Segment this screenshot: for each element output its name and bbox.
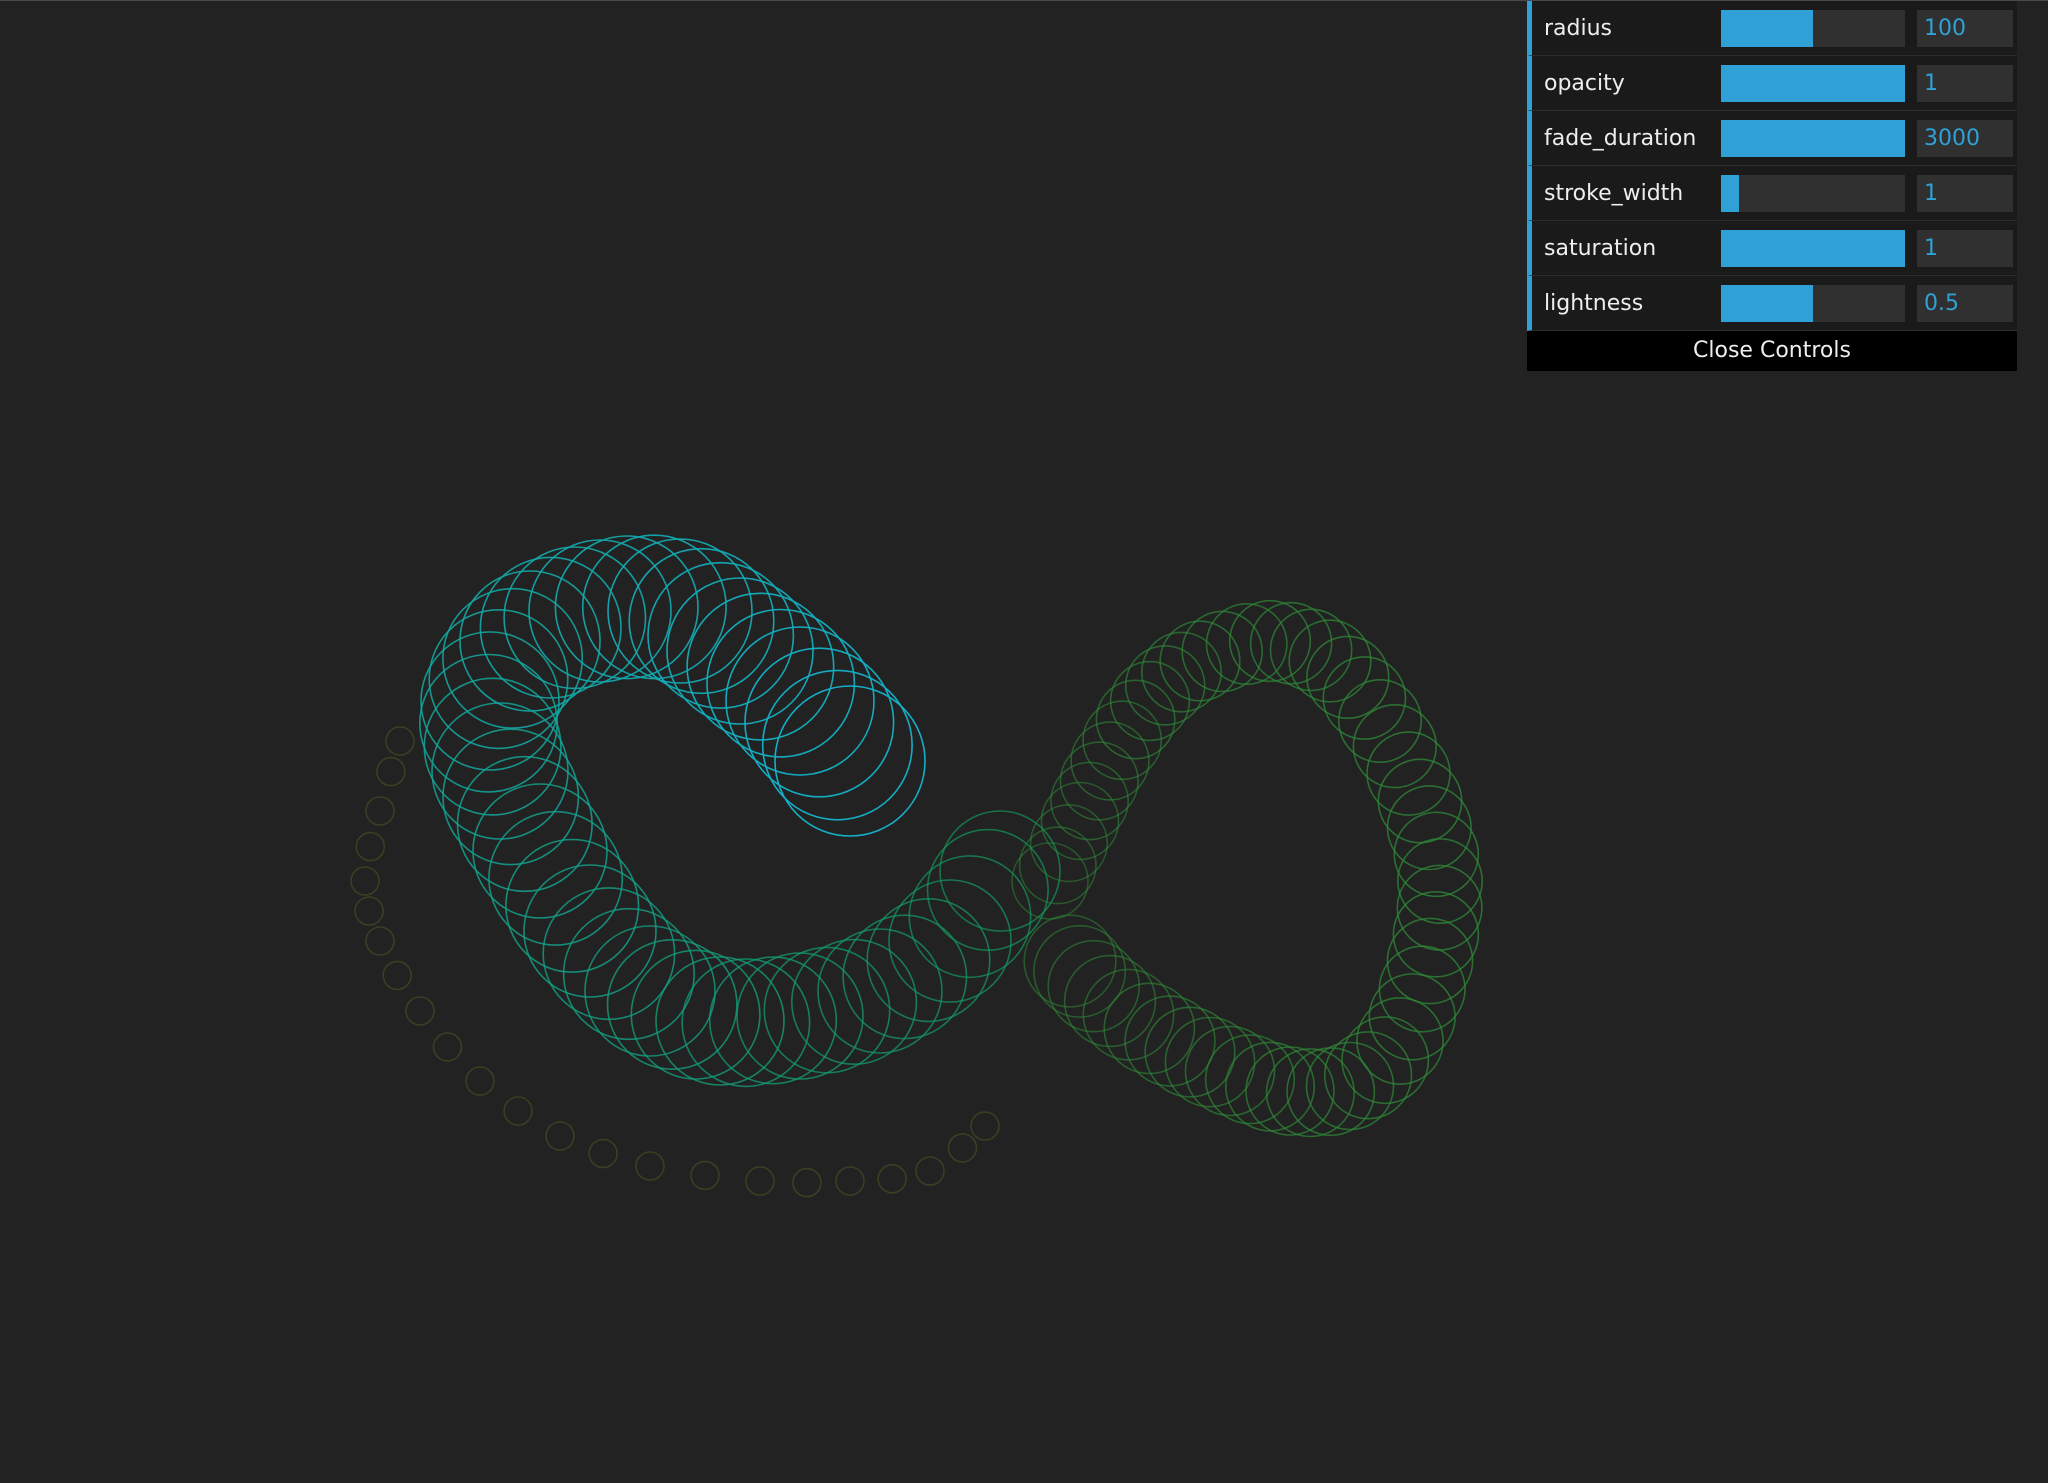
trail-circle — [365, 796, 395, 826]
control-row-fade-duration: fade_duration 3000 — [1527, 111, 2017, 166]
stroke-width-slider[interactable] — [1721, 175, 1905, 212]
trail-circle — [1181, 610, 1263, 693]
lightness-input[interactable]: 0.5 — [1917, 285, 2013, 322]
trail-circle — [1377, 758, 1463, 844]
fade-duration-slider[interactable] — [1721, 120, 1905, 157]
trail-circle — [1063, 954, 1157, 1048]
trail-circle — [1338, 678, 1423, 763]
trail-circle — [1352, 703, 1438, 789]
control-row-stroke-width: stroke_width 1 — [1527, 166, 2017, 221]
control-label: stroke_width — [1544, 181, 1684, 206]
slider-fill — [1721, 65, 1905, 102]
trail-circle — [1228, 599, 1312, 683]
trail-circle — [1322, 656, 1407, 740]
trail-circle — [382, 960, 413, 991]
control-label: lightness — [1544, 291, 1644, 316]
trail-circle — [970, 1111, 1000, 1141]
slider-fill — [1721, 120, 1905, 157]
trail-circle — [792, 1167, 822, 1198]
control-row-radius: radius 100 — [1527, 1, 2017, 56]
trail-circle — [545, 1121, 575, 1151]
trail-circle — [1124, 645, 1206, 726]
control-label: opacity — [1544, 71, 1625, 96]
opacity-slider[interactable] — [1721, 65, 1905, 102]
trail-circle — [488, 810, 624, 946]
saturation-input[interactable]: 1 — [1917, 230, 2013, 267]
controls-panel: radius 100 opacity 1 fade_duration 3000 … — [1527, 1, 2017, 371]
trail-circle — [542, 887, 676, 1021]
trail-circle — [1040, 781, 1120, 861]
trail-circle — [385, 726, 415, 756]
trail-circle — [354, 896, 384, 926]
trail-circle — [562, 907, 696, 1041]
trail-circle — [1095, 679, 1176, 760]
trail-circle — [1225, 1041, 1316, 1132]
trail-circle — [888, 879, 1012, 1003]
trail-circle — [432, 1032, 463, 1062]
trail-circle — [908, 855, 1032, 979]
trail-circle — [423, 677, 562, 816]
control-row-opacity: opacity 1 — [1527, 56, 2017, 111]
control-label: radius — [1544, 16, 1613, 41]
saturation-slider[interactable] — [1721, 230, 1905, 267]
trail-circle — [926, 828, 1049, 952]
trail-circle — [690, 1160, 720, 1191]
slider-fill — [1721, 285, 1813, 322]
slider-fill — [1721, 175, 1740, 212]
opacity-input[interactable]: 1 — [1917, 65, 2013, 102]
trail-circle — [376, 756, 406, 787]
trail-circle — [1378, 945, 1466, 1033]
close-controls-button[interactable]: Close Controls — [1527, 331, 2017, 371]
trail-circle — [1286, 1047, 1376, 1137]
trail-circle — [1366, 731, 1451, 816]
control-label: saturation — [1544, 236, 1657, 261]
trail-circle — [431, 702, 569, 840]
slider-fill — [1721, 230, 1905, 267]
trail-circle — [1159, 620, 1241, 702]
control-row-lightness: lightness 0.5 — [1527, 276, 2017, 331]
trail-circle — [915, 1156, 945, 1186]
radius-input[interactable]: 100 — [1917, 10, 2013, 47]
trail-circle — [588, 1138, 618, 1169]
trail-circle — [681, 958, 811, 1088]
radius-slider[interactable] — [1721, 10, 1905, 47]
trail-circle — [708, 956, 838, 1085]
trail-circle — [1070, 721, 1150, 801]
trail-circle — [606, 938, 738, 1070]
trail-circle — [350, 866, 380, 896]
stroke-width-input[interactable]: 1 — [1917, 175, 2013, 212]
trail-circle — [479, 556, 622, 699]
trail-circle — [523, 864, 657, 998]
trail-circle — [1205, 602, 1288, 685]
trail-circle — [947, 1133, 978, 1163]
trail-circle — [505, 838, 640, 973]
trail-circle — [405, 996, 435, 1026]
slider-fill — [1721, 10, 1813, 47]
trail-circle — [635, 1151, 665, 1181]
trail-circle — [835, 1166, 865, 1196]
trail-circle — [1023, 914, 1117, 1008]
trail-circle — [1386, 917, 1474, 1005]
trail-circle — [1033, 924, 1127, 1018]
trail-circle — [365, 926, 395, 956]
fade-duration-input[interactable]: 3000 — [1917, 120, 2013, 157]
trail-circle — [1265, 1048, 1355, 1138]
lightness-slider[interactable] — [1721, 285, 1905, 322]
trail-circle — [1050, 761, 1129, 841]
trail-circle — [503, 1096, 533, 1126]
trail-circle — [465, 1066, 495, 1096]
trail-circle — [355, 831, 386, 862]
trail-circle — [745, 1166, 775, 1196]
trail-circle — [1306, 635, 1390, 719]
control-label: fade_duration — [1544, 126, 1697, 151]
trail-circle — [554, 535, 699, 680]
trail-circle — [877, 1164, 908, 1194]
control-row-saturation: saturation 1 — [1527, 221, 2017, 276]
trail-circle — [503, 546, 647, 690]
trail-circle — [790, 938, 918, 1066]
trail-circle — [1386, 785, 1472, 871]
trail-circle — [630, 949, 761, 1080]
